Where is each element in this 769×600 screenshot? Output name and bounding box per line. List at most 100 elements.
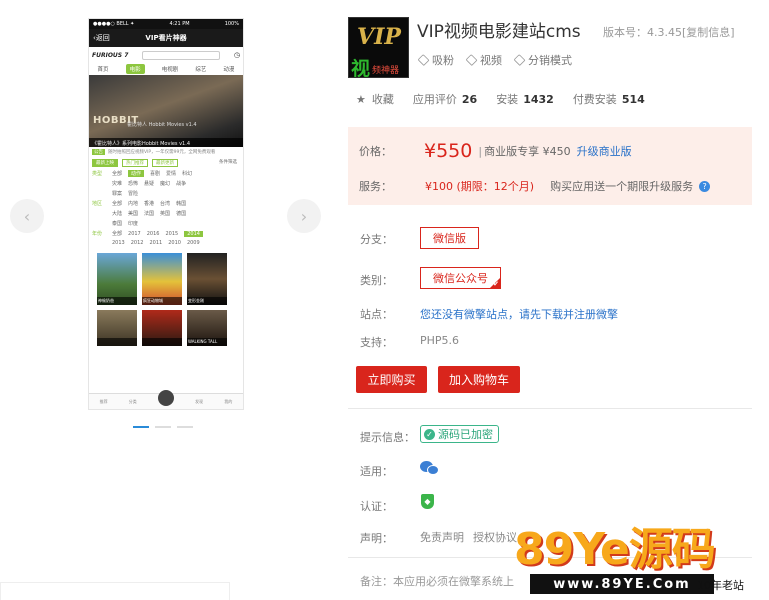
upgrade-link[interactable]: 升级商业版 xyxy=(577,143,632,159)
filter-opt: 爱情 xyxy=(166,171,177,177)
phone-nav-bar: ‹返回 VIP看片神器 xyxy=(89,29,243,47)
filter-opt: 2009 xyxy=(186,240,200,246)
filter-opt: 2014 xyxy=(184,230,203,237)
filter-opt: 台湾 xyxy=(160,201,171,207)
declarations: 免责声明 授权协议 xyxy=(420,529,517,545)
version-info: 版本号：4.3.45[复制信息] xyxy=(603,24,735,40)
check-circle-icon: ✓ xyxy=(424,428,435,440)
paid-install-value: 514 xyxy=(621,93,645,106)
app-tags: 吸粉 视频 分销模式 xyxy=(417,52,572,68)
price-label: 价格： xyxy=(359,145,392,158)
version-label: 版本号：4.3.45 xyxy=(603,26,682,39)
footer-item: 分类 xyxy=(128,398,137,404)
install-value: 1432 xyxy=(523,93,554,106)
filter-opt: 魔幻 xyxy=(160,181,171,187)
app-icon-text: VIP xyxy=(357,24,401,50)
gallery-dot[interactable] xyxy=(155,426,171,428)
site-watermark: 89Ye源码 www.89YE.Com 10年老站 xyxy=(514,526,769,600)
filter-opt: 2011 xyxy=(149,240,163,246)
tag-item[interactable]: 分销模式 xyxy=(513,52,572,68)
filter-opt: 韩国 xyxy=(176,201,187,207)
decl-label: 声明： xyxy=(360,532,393,545)
apply-label: 适用： xyxy=(360,465,393,478)
gallery-dot[interactable] xyxy=(177,426,193,428)
footer-item: 推荐 xyxy=(99,398,108,404)
filter-opt: 2017 xyxy=(128,230,141,237)
app-icon: VIP 视 频神器 xyxy=(348,17,409,78)
filter-button: 最新上映 xyxy=(92,159,118,167)
chevron-right-icon[interactable]: › xyxy=(287,199,321,233)
filter-opt: 科幻 xyxy=(182,171,193,177)
watermark-url: www.89YE.Com xyxy=(530,574,714,594)
encrypted-label: 源码已加密 xyxy=(438,428,493,441)
price-box: 价格： ¥550 | 商业版专享 ¥450 升级商业版 服务： ¥100 (期限… xyxy=(348,127,752,205)
gallery-dot[interactable] xyxy=(133,426,149,428)
support-value: PHP5.6 xyxy=(420,334,460,347)
category-label: 类别： xyxy=(360,274,393,287)
phone-header: FURIOUS 7 ◷ xyxy=(89,47,243,63)
filter-opt: 香港 xyxy=(144,201,155,207)
filter-opt: 2012 xyxy=(130,240,144,246)
filter-opt: 全部 xyxy=(112,171,123,177)
poster xyxy=(142,310,182,346)
filter-opt: 悬疑 xyxy=(144,181,155,187)
filter-opt: 罪案 xyxy=(112,191,123,197)
paid-install-stat: 付费安装 514 xyxy=(572,93,645,106)
service-desc: 购买应用送一个期限升级服务 xyxy=(550,180,694,193)
tag-icon xyxy=(513,54,526,66)
notice-tag: 公告 xyxy=(92,149,105,155)
content-panel-edge xyxy=(0,582,230,600)
filter-opt: 动作 xyxy=(128,170,145,177)
buy-now-button[interactable]: 立即购买 xyxy=(356,366,427,393)
category-value: 微信公众号 xyxy=(433,272,488,285)
poster xyxy=(97,310,137,346)
status-time: 4:21 PM xyxy=(169,21,190,27)
category-option[interactable]: 微信公众号 ✔ xyxy=(420,267,501,289)
phone-notice: 公告 随时拍照回应视频VIP，一年仅需99元，全网免费观看 xyxy=(89,147,243,157)
filter-opt: 美国 xyxy=(128,211,139,217)
favorite-label: 收藏 xyxy=(371,93,394,106)
notice-text: 随时拍照回应视频VIP，一年仅需99元，全网免费观看 xyxy=(108,150,216,155)
filter-opt: 2010 xyxy=(168,240,181,246)
poster: 神偷奶爸 xyxy=(97,253,137,305)
filter-opt: 全部 xyxy=(112,201,123,207)
footer-item: 我的 xyxy=(224,398,233,404)
license-link[interactable]: 授权协议 xyxy=(473,529,517,545)
filter-opt: 印度 xyxy=(128,221,139,227)
branch-option[interactable]: 微信版 xyxy=(420,227,479,249)
status-battery: 100% xyxy=(224,21,239,27)
filter-opt: 2015 xyxy=(165,230,179,237)
footer-item: 发现 xyxy=(195,398,204,404)
poster-grid: 神偷奶爸 疯狂动物城 变形金刚 xyxy=(89,251,243,307)
phone-tabs: 首页 电影 电视剧 综艺 动漫 xyxy=(89,63,243,75)
filter-label: 类型 xyxy=(92,171,103,177)
divider: | xyxy=(478,144,483,158)
filter-button: 热门推荐 xyxy=(122,159,148,167)
poster: 疯狂动物城 xyxy=(142,253,182,305)
support-label: 支持： xyxy=(360,336,393,349)
cert-label: 认证： xyxy=(360,500,393,513)
service-row: 服务： ¥100 (期限：12个月) 购买应用送一个期限升级服务 ? xyxy=(359,178,711,194)
disclaimer-link[interactable]: 免责声明 xyxy=(420,529,464,545)
commercial-price: 商业版专享 ¥450 xyxy=(484,145,571,158)
filter-opt: 2013 xyxy=(112,240,125,246)
tag-item[interactable]: 吸粉 xyxy=(417,52,454,68)
phone-clock-icon: ◷ xyxy=(233,51,240,59)
phone-status-bar: ●●●●○ BELL ✦ 4:21 PM 100% xyxy=(89,19,243,29)
status-carrier: ●●●●○ BELL ✦ xyxy=(93,21,135,27)
copy-info-link[interactable]: [复制信息] xyxy=(682,26,735,39)
phone-tab: 电视剧 xyxy=(161,67,179,73)
banner-sub: 霍比特人 Hobbit Movies v1.4 xyxy=(127,122,197,128)
tag-icon xyxy=(465,54,478,66)
favorite-button[interactable]: ★ 收藏 xyxy=(356,91,394,107)
filter-opt: 大陆 xyxy=(112,211,123,217)
shield-icon: ◆ xyxy=(421,494,434,509)
tag-item[interactable]: 视频 xyxy=(465,52,502,68)
site-link[interactable]: 您还没有微擎站点，请先下载并注册微擎 xyxy=(420,306,618,322)
help-icon[interactable]: ? xyxy=(699,180,711,192)
add-to-cart-button[interactable]: 加入购物车 xyxy=(438,366,520,393)
filter-opt: 恐怖 xyxy=(128,181,139,187)
tag-label: 分销模式 xyxy=(528,54,572,67)
chevron-left-icon[interactable]: ‹ xyxy=(10,199,44,233)
rating-value: 26 xyxy=(461,93,478,106)
